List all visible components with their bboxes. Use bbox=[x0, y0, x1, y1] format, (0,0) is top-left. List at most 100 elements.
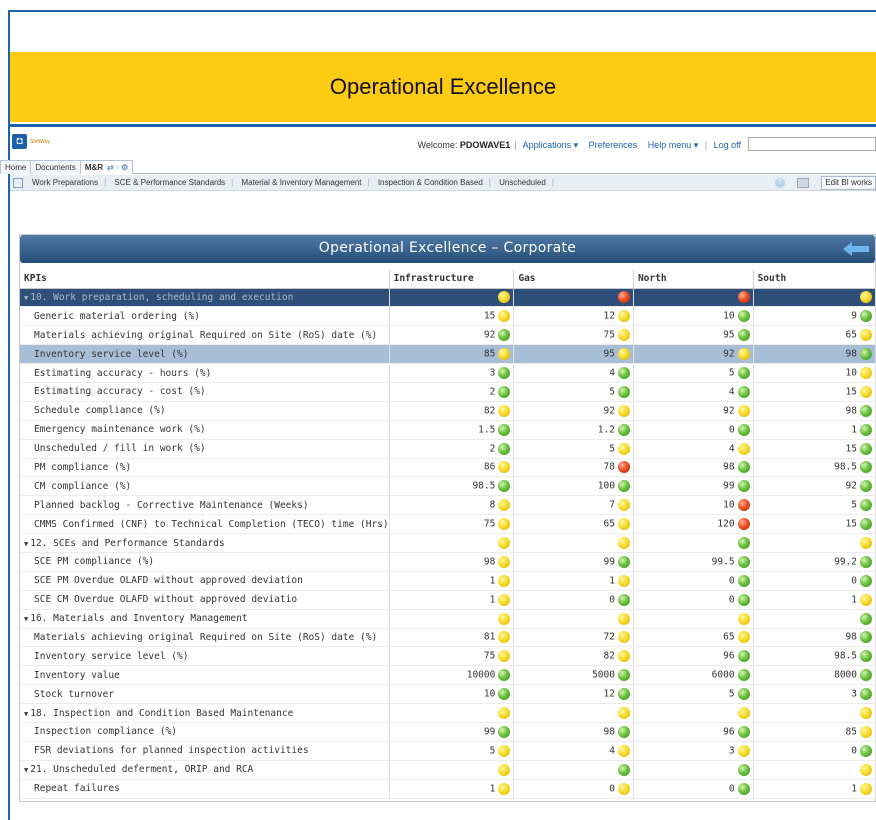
kpi-row[interactable]: CM compliance (%) 98.5 100 99 92 bbox=[20, 476, 876, 497]
green-status-icon bbox=[737, 574, 750, 587]
kpi-value: 5 bbox=[489, 745, 496, 757]
kpi-value-cell: 92 bbox=[633, 344, 754, 365]
nav-inspection[interactable]: Inspection & Condition Based bbox=[378, 178, 483, 187]
kpi-name-cell: ▼ 10. Work preparation, scheduling and ex… bbox=[20, 288, 390, 308]
user-menu: Welcome: PDOWAVE1 | Applications ▾ Prefer… bbox=[417, 140, 741, 150]
app-header: ◘ ShiftWay Welcome: PDOWAVE1 | Applicatio… bbox=[10, 132, 876, 158]
kpi-value: 95 bbox=[603, 348, 615, 360]
kpi-value: 75 bbox=[483, 518, 496, 530]
kpi-row[interactable]: Schedule compliance (%) 82 92 92 98 bbox=[20, 401, 876, 421]
kpi-name: 16. Materials and Inventory Management bbox=[30, 613, 248, 625]
kpi-value: 75 bbox=[603, 329, 615, 341]
nav-work-preparations[interactable]: Work Preparations bbox=[32, 178, 98, 187]
col-gas[interactable]: Gas bbox=[513, 270, 634, 289]
yellow-status-icon bbox=[498, 707, 511, 720]
search-input[interactable] bbox=[748, 137, 876, 151]
kpi-value-cell bbox=[753, 703, 876, 723]
kpi-value: 96 bbox=[723, 650, 735, 662]
kpi-value-cell: 12 bbox=[513, 684, 634, 705]
col-north[interactable]: North bbox=[633, 270, 754, 289]
tab-mr[interactable]: M&R ⇄ ◦ ⚙ bbox=[79, 160, 134, 174]
nav-sce-performance[interactable]: SCE & Performance Standards bbox=[114, 178, 225, 187]
kpi-row[interactable]: SCE PM compliance (%) 98 99 99.5 99.2 bbox=[20, 552, 876, 572]
applications-menu[interactable]: Applications bbox=[523, 140, 572, 150]
kpi-name: Estimating accuracy - cost (%) bbox=[34, 386, 206, 398]
kpi-name-cell: SCE CM Overdue OLAFD without approved de… bbox=[20, 590, 390, 610]
kpi-row[interactable]: FSR deviations for planned inspection ac… bbox=[20, 741, 876, 761]
green-status-icon bbox=[498, 669, 511, 682]
kpi-row[interactable]: Estimating accuracy - cost (%) 2 5 4 15 bbox=[20, 382, 876, 402]
kpi-row[interactable]: Stock turnover 10 12 5 3 bbox=[20, 684, 876, 705]
kpi-value: 4 bbox=[609, 367, 615, 379]
nav-unscheduled[interactable]: Unscheduled bbox=[499, 178, 546, 187]
kpi-row[interactable]: Planned backlog - Corrective Maintenance… bbox=[20, 495, 876, 516]
kpi-value: 92 bbox=[723, 348, 735, 360]
expand-caret-icon[interactable]: ▼ bbox=[24, 294, 28, 302]
kpi-value-cell: 85 bbox=[389, 344, 515, 365]
kpi-row[interactable]: PM compliance (%) 86 78 98 98.5 bbox=[20, 458, 876, 478]
kpi-value: 15 bbox=[845, 386, 857, 398]
green-status-icon bbox=[498, 367, 511, 379]
help-icon[interactable]: ? bbox=[774, 178, 785, 188]
kpi-row[interactable]: CMMS Confirmed (CNF) to Technical Comple… bbox=[20, 514, 876, 535]
kpi-name-cell: SCE PM compliance (%) bbox=[20, 552, 390, 572]
kpi-row[interactable]: Estimating accuracy - hours (%) 3 4 5 10 bbox=[20, 363, 876, 383]
kpi-group-row[interactable]: ▼ 12. SCEs and Performance Standards bbox=[20, 533, 876, 553]
green-status-icon bbox=[860, 612, 872, 625]
nav-material-inventory[interactable]: Material & Inventory Management bbox=[241, 178, 361, 187]
kpi-row[interactable]: Inventory service level (%) 75 82 96 98.5 bbox=[20, 646, 876, 667]
green-status-icon bbox=[498, 480, 511, 493]
col-infrastructure[interactable]: Infrastructure bbox=[389, 270, 515, 289]
green-status-icon bbox=[737, 782, 750, 795]
kpi-value: 15 bbox=[845, 443, 857, 455]
tab-home[interactable]: Home bbox=[0, 160, 32, 174]
kpi-value-cell: 10 bbox=[633, 306, 754, 327]
kpi-value-cell: 15 bbox=[753, 514, 876, 535]
help-menu[interactable]: Help menu bbox=[648, 140, 692, 150]
chevron-down-icon: ▾ bbox=[691, 140, 699, 150]
kpi-value: 5 bbox=[728, 367, 735, 379]
kpi-value: 1 bbox=[851, 783, 857, 795]
yellow-status-icon bbox=[498, 631, 511, 644]
kpi-row[interactable]: Emergency maintenance work (%) 1.5 1.2 0 1 bbox=[20, 420, 876, 440]
expand-caret-icon[interactable]: ▼ bbox=[24, 766, 28, 774]
kpi-group-row[interactable]: ▼ 18. Inspection and Condition Based Main… bbox=[20, 703, 876, 723]
grid-icon[interactable] bbox=[13, 178, 23, 188]
kpi-value: 1.2 bbox=[597, 424, 615, 436]
tab-documents[interactable]: Documents bbox=[30, 160, 81, 174]
kpi-row[interactable]: Repeat failures 1 0 0 1 bbox=[20, 779, 876, 799]
col-kpis[interactable]: KPIs bbox=[20, 270, 390, 289]
kpi-row[interactable]: Generic material ordering (%) 15 12 10 9 bbox=[20, 306, 876, 327]
edit-bi-button[interactable]: Edit BI works bbox=[821, 176, 876, 190]
kpi-row[interactable]: Unscheduled / fill in work (%) 2 5 4 15 bbox=[20, 439, 876, 459]
kpi-value-cell: 3 bbox=[753, 684, 876, 705]
kpi-row[interactable]: Inventory value 10000 5000 6000 8000 bbox=[20, 665, 876, 686]
kpi-value-cell: 98 bbox=[753, 401, 876, 421]
kpi-group-row[interactable]: ▼ 10. Work preparation, scheduling and ex… bbox=[20, 288, 876, 308]
kpi-row[interactable]: SCE CM Overdue OLAFD without approved de… bbox=[20, 590, 876, 610]
dashboard-title: Operational Excellence – Corporate bbox=[318, 240, 577, 256]
print-icon[interactable] bbox=[797, 178, 810, 188]
logo-text: ShiftWay bbox=[30, 139, 50, 145]
kpi-row[interactable]: Materials achieving original Required on… bbox=[20, 325, 876, 346]
log-off-link[interactable]: Log off bbox=[714, 140, 741, 150]
kpi-row[interactable]: Inspection compliance (%) 99 98 96 85 bbox=[20, 722, 876, 742]
kpi-group-row[interactable]: ▼ 16. Materials and Inventory Management bbox=[20, 609, 876, 629]
kpi-row[interactable]: SCE PM Overdue OLAFD without approved de… bbox=[20, 571, 876, 591]
kpi-value-cell: 92 bbox=[753, 476, 876, 497]
kpi-row[interactable]: Materials achieving original Required on… bbox=[20, 628, 876, 648]
kpi-group-row[interactable]: ▼ 21. Unscheduled deferment, ORIP and RCA bbox=[20, 760, 876, 780]
expand-caret-icon[interactable]: ▼ bbox=[24, 615, 28, 623]
kpi-name-cell: ▼ 12. SCEs and Performance Standards bbox=[20, 533, 390, 553]
preferences-link[interactable]: Preferences bbox=[589, 140, 638, 150]
col-south[interactable]: South bbox=[753, 270, 876, 289]
kpi-value: 8000 bbox=[834, 669, 857, 681]
expand-caret-icon[interactable]: ▼ bbox=[24, 540, 28, 548]
kpi-value: 86 bbox=[483, 461, 496, 473]
green-status-icon bbox=[737, 385, 750, 398]
kpi-row[interactable]: Inventory service level (%) 85 95 92 98 bbox=[20, 344, 876, 365]
expand-caret-icon[interactable]: ▼ bbox=[24, 710, 28, 718]
kpi-value-cell: 2 bbox=[389, 382, 515, 402]
kpi-value: 1.5 bbox=[478, 424, 496, 436]
back-arrow-icon[interactable] bbox=[843, 242, 869, 256]
